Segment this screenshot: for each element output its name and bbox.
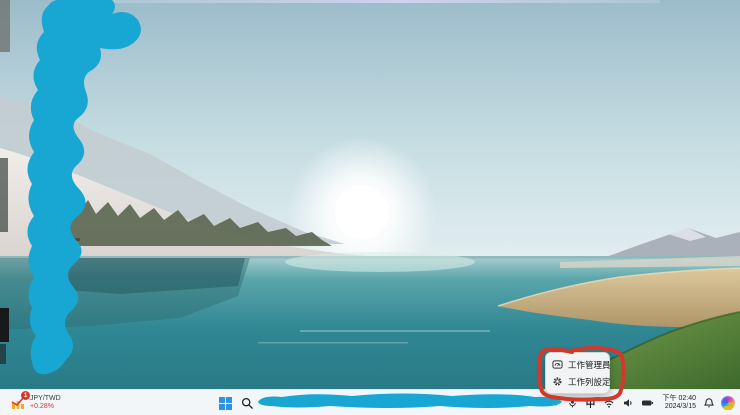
volume-tray-button[interactable] [622, 396, 635, 410]
windows-logo-icon [219, 396, 232, 410]
desktop-icon-label-fragment [30, 163, 42, 166]
copilot-button[interactable] [721, 396, 735, 410]
icon-speck [60, 21, 63, 24]
icon-speck [54, 5, 57, 8]
battery-tray-button[interactable] [641, 396, 654, 410]
widget-notification-badge: 1 [21, 391, 30, 400]
sun [335, 185, 389, 239]
desktop-icon-label-fragment [66, 238, 80, 241]
taskbar-center-group [219, 390, 254, 415]
icon-speck [57, 60, 60, 63]
widget-symbol: JPY/TWD [30, 394, 61, 402]
desktop-wallpaper [0, 0, 740, 390]
clock-date: 2024/3/15 [664, 403, 696, 410]
left-edge-artifact [0, 158, 8, 232]
sun-water-reflection [285, 252, 475, 272]
notification-bell-icon [703, 398, 714, 408]
copilot-badge [724, 406, 732, 410]
menu-item-label: 工作列設定 [568, 376, 611, 387]
water-streak [258, 342, 408, 344]
task-manager-icon [552, 359, 563, 370]
menu-item-label: 工作管理員 [568, 359, 611, 370]
widget-change: +0.28% [30, 403, 54, 410]
taskbar-clock[interactable]: 下午 02:40 2024/3/15 [663, 395, 696, 412]
search-icon [241, 397, 253, 409]
widgets-button[interactable]: 1 JPY/TWD +0.28% [6, 391, 65, 415]
tray-chevron-button[interactable] [547, 396, 560, 410]
desktop-icon-label-fragment [55, 341, 73, 344]
microphone-tray-button[interactable] [566, 396, 579, 410]
microphone-icon [568, 398, 576, 408]
volume-icon [624, 399, 632, 407]
menu-item-task-manager[interactable]: 工作管理員 [546, 356, 611, 373]
gear-icon [552, 376, 563, 387]
ime-indicator[interactable]: 中 [585, 396, 597, 410]
left-edge-artifact [0, 0, 10, 52]
notification-center-button[interactable] [702, 396, 715, 410]
screen-top-artifact [90, 0, 660, 3]
windows-desktop-screen: 1 JPY/TWD +0.28% 中 下午 02:40 2024/3/15 工作… [0, 0, 740, 415]
network-tray-button[interactable] [603, 396, 616, 410]
left-edge-artifact [0, 308, 9, 342]
left-edge-artifact [0, 344, 6, 364]
water-streak [300, 330, 490, 332]
desktop-icon-label-fragment [58, 244, 78, 247]
widget-text: JPY/TWD +0.28% [30, 395, 61, 411]
battery-icon [641, 400, 653, 406]
start-button[interactable] [219, 396, 232, 410]
taskbar: 1 JPY/TWD +0.28% 中 下午 02:40 2024/3/15 [0, 389, 740, 415]
menu-item-taskbar-settings[interactable]: 工作列設定 [546, 373, 611, 390]
taskbar-context-menu: 工作管理員 工作列設定 [545, 352, 611, 394]
clock-time: 下午 02:40 [662, 394, 696, 402]
stock-chart-icon: 1 [10, 391, 30, 411]
wifi-icon [604, 400, 614, 408]
search-button[interactable] [241, 397, 254, 410]
chevron-up-icon [549, 400, 557, 405]
